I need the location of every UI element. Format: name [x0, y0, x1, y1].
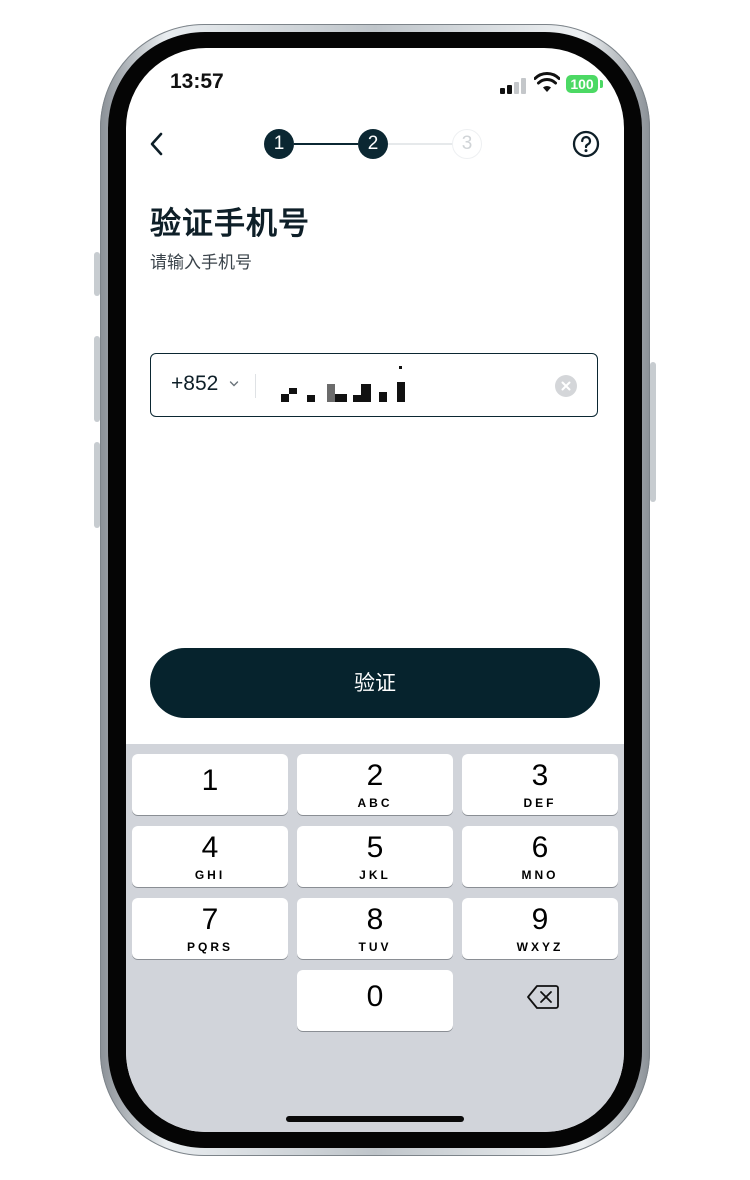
key-0[interactable]: 0	[297, 970, 453, 1031]
clear-circle-icon[interactable]	[555, 375, 577, 397]
key-3-letters: DEF	[523, 796, 557, 810]
stepper-line-2	[388, 143, 452, 145]
key-4[interactable]: 4 GHI	[132, 826, 288, 887]
question-circle-icon[interactable]	[572, 130, 600, 158]
home-indicator	[286, 1116, 464, 1122]
phone-number-field[interactable]: +852	[150, 353, 598, 417]
page-subtitle: 请输入手机号	[150, 253, 252, 273]
phone-screen: 13:57 100 1 2 3 验证手机号 请输入手机号 +852 验证 1 2…	[126, 48, 624, 1132]
chevron-left-icon[interactable]	[146, 130, 168, 158]
battery-tip	[600, 80, 603, 88]
key-7[interactable]: 7 PQRS	[132, 898, 288, 959]
key-5-digit: 5	[366, 831, 384, 864]
wifi-icon	[534, 72, 560, 92]
key-4-digit: 4	[201, 831, 219, 864]
chevron-down-icon[interactable]	[229, 380, 239, 388]
volume-up-button	[94, 336, 100, 422]
key-5-letters: JKL	[359, 868, 391, 882]
volume-down-button	[94, 442, 100, 528]
phone-number-redacted	[281, 366, 441, 404]
stepper-line-1	[294, 143, 358, 145]
key-6[interactable]: 6 MNO	[462, 826, 618, 887]
key-2-letters: ABC	[357, 796, 393, 810]
key-3-digit: 3	[531, 759, 549, 792]
key-7-digit: 7	[201, 903, 219, 936]
key-8-letters: TUV	[358, 940, 392, 954]
country-code-selector[interactable]: +852	[171, 372, 218, 396]
step-2: 2	[358, 129, 388, 159]
key-0-digit: 0	[366, 980, 384, 1013]
key-1-digit: 1	[201, 764, 219, 797]
step-3: 3	[452, 129, 482, 159]
key-3[interactable]: 3 DEF	[462, 754, 618, 815]
key-9-digit: 9	[531, 903, 549, 936]
key-6-digit: 6	[531, 831, 549, 864]
key-4-letters: GHI	[194, 868, 226, 882]
verify-button[interactable]: 验证	[150, 648, 600, 718]
key-6-letters: MNO	[521, 868, 559, 882]
key-8-digit: 8	[366, 903, 384, 936]
status-time: 13:57	[170, 70, 224, 93]
key-1[interactable]: 1	[132, 754, 288, 815]
step-1: 1	[264, 129, 294, 159]
backspace-icon[interactable]	[526, 984, 560, 1010]
key-9-letters: WXYZ	[516, 940, 564, 954]
key-5[interactable]: 5 JKL	[297, 826, 453, 887]
key-8[interactable]: 8 TUV	[297, 898, 453, 959]
power-button	[650, 362, 656, 502]
key-9[interactable]: 9 WXYZ	[462, 898, 618, 959]
page-title: 验证手机号	[150, 206, 310, 242]
key-7-letters: PQRS	[186, 940, 233, 954]
country-code-divider	[255, 374, 256, 398]
key-2-digit: 2	[366, 759, 384, 792]
battery-indicator: 100	[566, 75, 598, 93]
action-button	[94, 252, 100, 296]
progress-stepper: 1 2 3	[264, 129, 484, 159]
cellular-signal-icon	[500, 78, 528, 94]
key-2[interactable]: 2 ABC	[297, 754, 453, 815]
